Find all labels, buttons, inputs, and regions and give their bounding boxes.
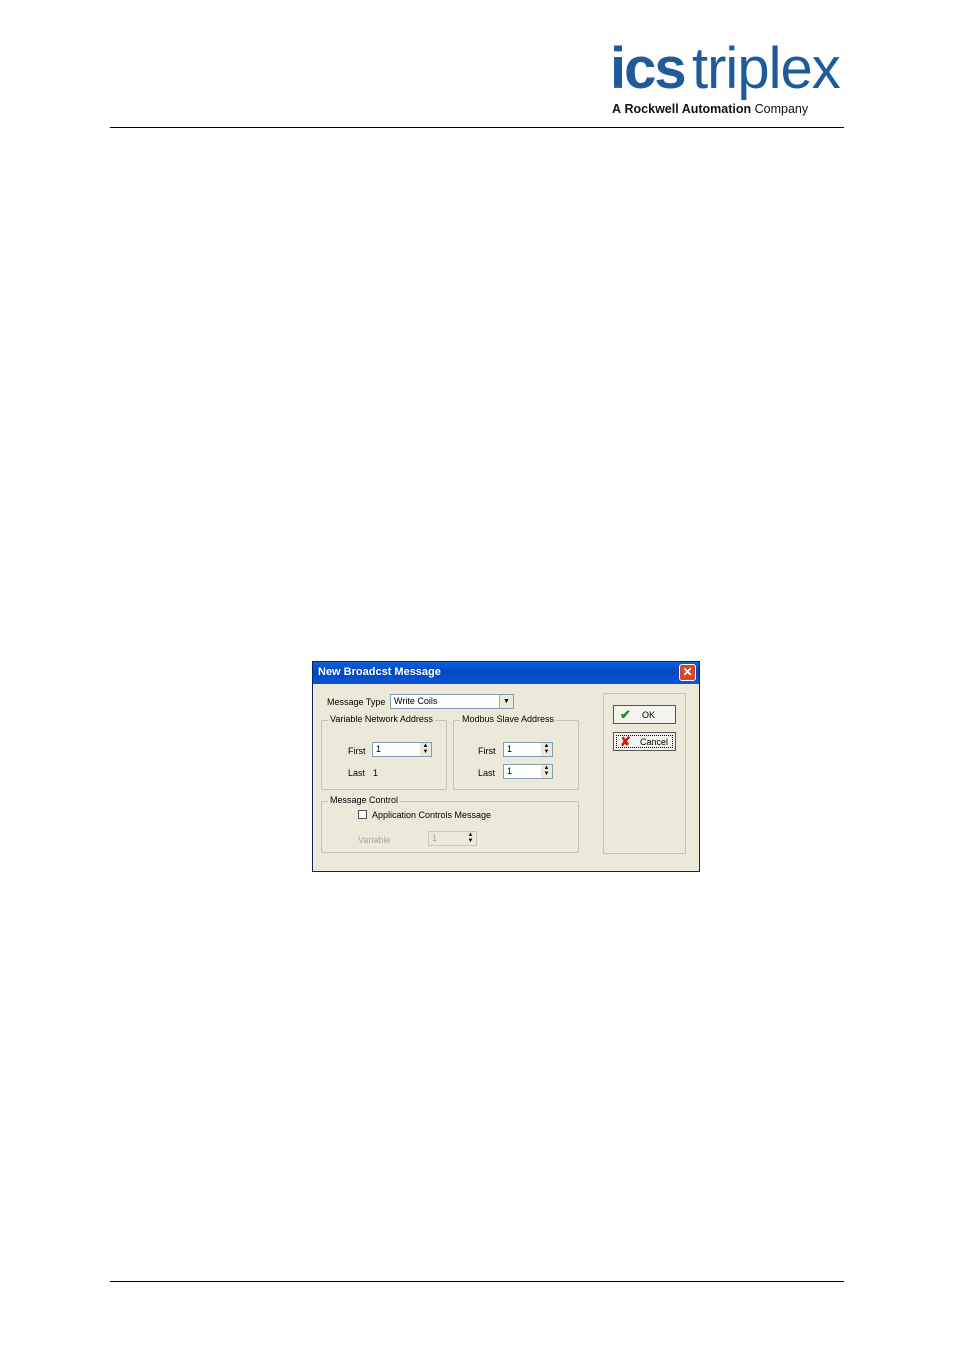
new-broadcast-message-dialog: New Broadcst Message ✕ Message Type Writ…: [312, 661, 700, 872]
variable-spinner[interactable]: 1 ▲ ▼: [428, 831, 477, 846]
footer-rule: [110, 1281, 844, 1282]
checkmark-icon: ✔: [620, 707, 631, 722]
mc-group-title: Message Control: [328, 795, 401, 805]
logo-tagline-brand: Rockwell Automation: [624, 102, 752, 116]
close-icon[interactable]: ✕: [679, 664, 696, 681]
spinner-arrows-icon[interactable]: ▲ ▼: [541, 765, 552, 778]
x-icon: ✘: [620, 734, 631, 749]
spinner-arrows-icon[interactable]: ▲ ▼: [541, 743, 552, 756]
company-logo: ics triplex A Rockwell Automation Compan…: [608, 36, 844, 120]
chevron-down-icon[interactable]: ▼: [499, 695, 513, 708]
msa-first-value: 1: [507, 744, 513, 754]
ok-button[interactable]: ✔ OK: [613, 705, 676, 724]
spinner-arrows-icon[interactable]: ▲ ▼: [420, 743, 431, 756]
ok-button-label: OK: [642, 710, 656, 720]
application-controls-label: Application Controls Message: [372, 810, 492, 820]
dialog-title: New Broadcst Message: [318, 666, 441, 678]
header-rule: [110, 127, 844, 128]
msa-first-label: First: [478, 746, 496, 756]
modbus-slave-address-group: Modbus Slave Address First 1 ▲ ▼ Last 1 ▲…: [453, 714, 579, 790]
logo-tagline: A Rockwell Automation Company: [612, 102, 808, 116]
logo-triplex-text: triplex: [692, 36, 841, 101]
vna-first-spinner[interactable]: 1 ▲ ▼: [372, 742, 432, 757]
vna-last-label: Last: [348, 768, 366, 778]
msa-last-value: 1: [507, 766, 513, 776]
logo-tagline-a: A: [612, 102, 622, 116]
message-type-value: Write Coils: [394, 696, 438, 706]
vna-first-label: First: [348, 746, 366, 756]
vna-group-title: Variable Network Address: [328, 714, 435, 724]
vna-last-value: 1: [373, 768, 379, 778]
message-type-select[interactable]: Write Coils ▼: [390, 694, 514, 709]
cancel-button[interactable]: ✘ Cancel: [613, 732, 676, 751]
application-controls-checkbox[interactable]: [358, 810, 367, 819]
msa-last-label: Last: [478, 768, 496, 778]
variable-label: Variable: [358, 835, 391, 845]
msa-first-spinner[interactable]: 1 ▲ ▼: [503, 742, 553, 757]
variable-value: 1: [432, 833, 438, 843]
variable-network-address-group: Variable Network Address First 1 ▲ ▼ Last…: [321, 714, 447, 790]
logo-ics-text: ics: [610, 36, 687, 101]
cancel-button-label: Cancel: [640, 737, 669, 747]
logo-tagline-company: Company: [754, 102, 809, 116]
spinner-arrows-icon[interactable]: ▲ ▼: [465, 832, 476, 845]
msa-last-spinner[interactable]: 1 ▲ ▼: [503, 764, 553, 779]
dialog-titlebar[interactable]: New Broadcst Message ✕: [313, 662, 699, 684]
msa-group-title: Modbus Slave Address: [460, 714, 557, 724]
vna-first-value: 1: [376, 744, 382, 754]
message-type-label: Message Type: [327, 697, 386, 707]
